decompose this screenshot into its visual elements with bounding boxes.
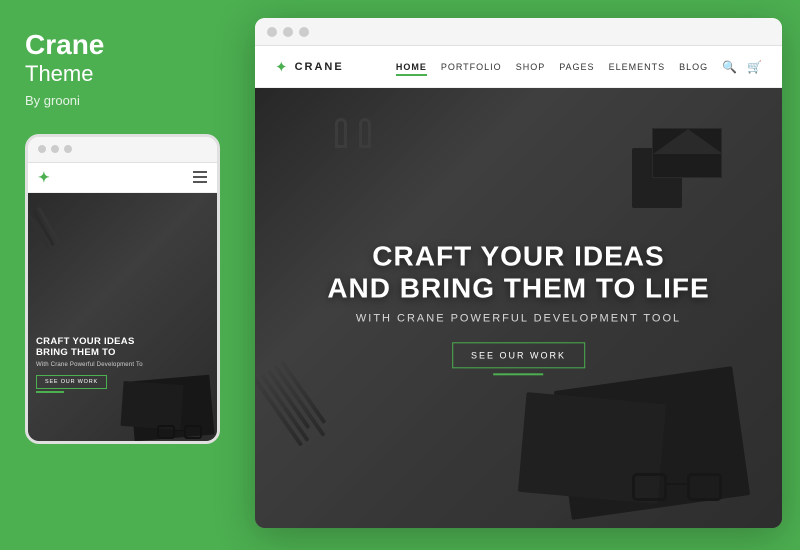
search-icon[interactable]: 🔍 bbox=[722, 60, 737, 74]
nav-link-shop[interactable]: SHOP bbox=[516, 62, 546, 72]
logo-text: CRANE bbox=[295, 61, 344, 73]
nav-icon-group: 🔍 🛒 bbox=[722, 60, 762, 74]
mobile-hero-title: CRAFT YOUR IDEASBRING THEM TO bbox=[36, 336, 209, 360]
hero-subtitle: With Crane Powerful Development Tool bbox=[308, 313, 730, 325]
sidebar: Crane Theme By grooni ✦ bbox=[0, 0, 245, 550]
hero-cta-group: SEE OUR WORK bbox=[452, 343, 585, 376]
nav-link-pages[interactable]: PAGES bbox=[559, 62, 594, 72]
mobile-dot-3 bbox=[64, 145, 72, 153]
mobile-logo-icon: ✦ bbox=[38, 169, 50, 186]
desktop-area: ✦ CRANE HOME PORTFOLIO SHOP PAGES ELEMEN… bbox=[245, 0, 800, 550]
logo-icon: ✦ bbox=[275, 58, 288, 76]
mobile-mockup: ✦ bbox=[25, 134, 220, 444]
mobile-nav: ✦ bbox=[28, 163, 217, 193]
cart-icon[interactable]: 🛒 bbox=[747, 60, 762, 74]
mobile-hero: CRAFT YOUR IDEASBRING THEM TO With Crane… bbox=[28, 193, 217, 444]
theme-subtitle: Theme bbox=[25, 61, 220, 87]
desktop-dot-2 bbox=[283, 27, 293, 37]
desktop-hero: CRAFT YOUR IDEASAND BRING THEM TO LIFE W… bbox=[255, 88, 782, 528]
mobile-top-bar bbox=[28, 137, 217, 163]
mobile-hero-overlay bbox=[28, 193, 217, 444]
nav-link-blog[interactable]: BLOG bbox=[679, 62, 708, 72]
hamburger-icon bbox=[193, 171, 207, 183]
mobile-hero-content: CRAFT YOUR IDEASBRING THEM TO With Crane… bbox=[36, 336, 209, 393]
theme-title-block: Crane Theme By grooni bbox=[25, 30, 220, 130]
mobile-cta-button[interactable]: SEE OUR WORK bbox=[36, 375, 107, 389]
nav-link-portfolio[interactable]: PORTFOLIO bbox=[441, 62, 502, 72]
mobile-cta-line bbox=[36, 391, 64, 393]
theme-title: Crane bbox=[25, 30, 220, 61]
mobile-dot-2 bbox=[51, 145, 59, 153]
mobile-hero-subtitle: With Crane Powerful Development To bbox=[36, 362, 209, 368]
nav-link-home[interactable]: HOME bbox=[396, 62, 427, 72]
desktop-nav-links: HOME PORTFOLIO SHOP PAGES ELEMENTS BLOG bbox=[396, 62, 708, 72]
hero-cta-button[interactable]: SEE OUR WORK bbox=[452, 343, 585, 369]
desktop-dot-1 bbox=[267, 27, 277, 37]
desktop-nav-logo: ✦ CRANE bbox=[275, 58, 344, 76]
mobile-dot-1 bbox=[38, 145, 46, 153]
desktop-nav: ✦ CRANE HOME PORTFOLIO SHOP PAGES ELEMEN… bbox=[255, 46, 782, 88]
hero-main-title: CRAFT YOUR IDEASAND BRING THEM TO LIFE bbox=[308, 240, 730, 304]
mobile-hero-background bbox=[28, 193, 217, 444]
hero-content: CRAFT YOUR IDEASAND BRING THEM TO LIFE W… bbox=[308, 240, 730, 375]
desktop-mockup: ✦ CRANE HOME PORTFOLIO SHOP PAGES ELEMEN… bbox=[255, 18, 782, 528]
desktop-dot-3 bbox=[299, 27, 309, 37]
cta-underline bbox=[493, 374, 543, 376]
theme-author: By grooni bbox=[25, 93, 220, 108]
desktop-top-bar bbox=[255, 18, 782, 46]
nav-link-elements[interactable]: ELEMENTS bbox=[609, 62, 666, 72]
